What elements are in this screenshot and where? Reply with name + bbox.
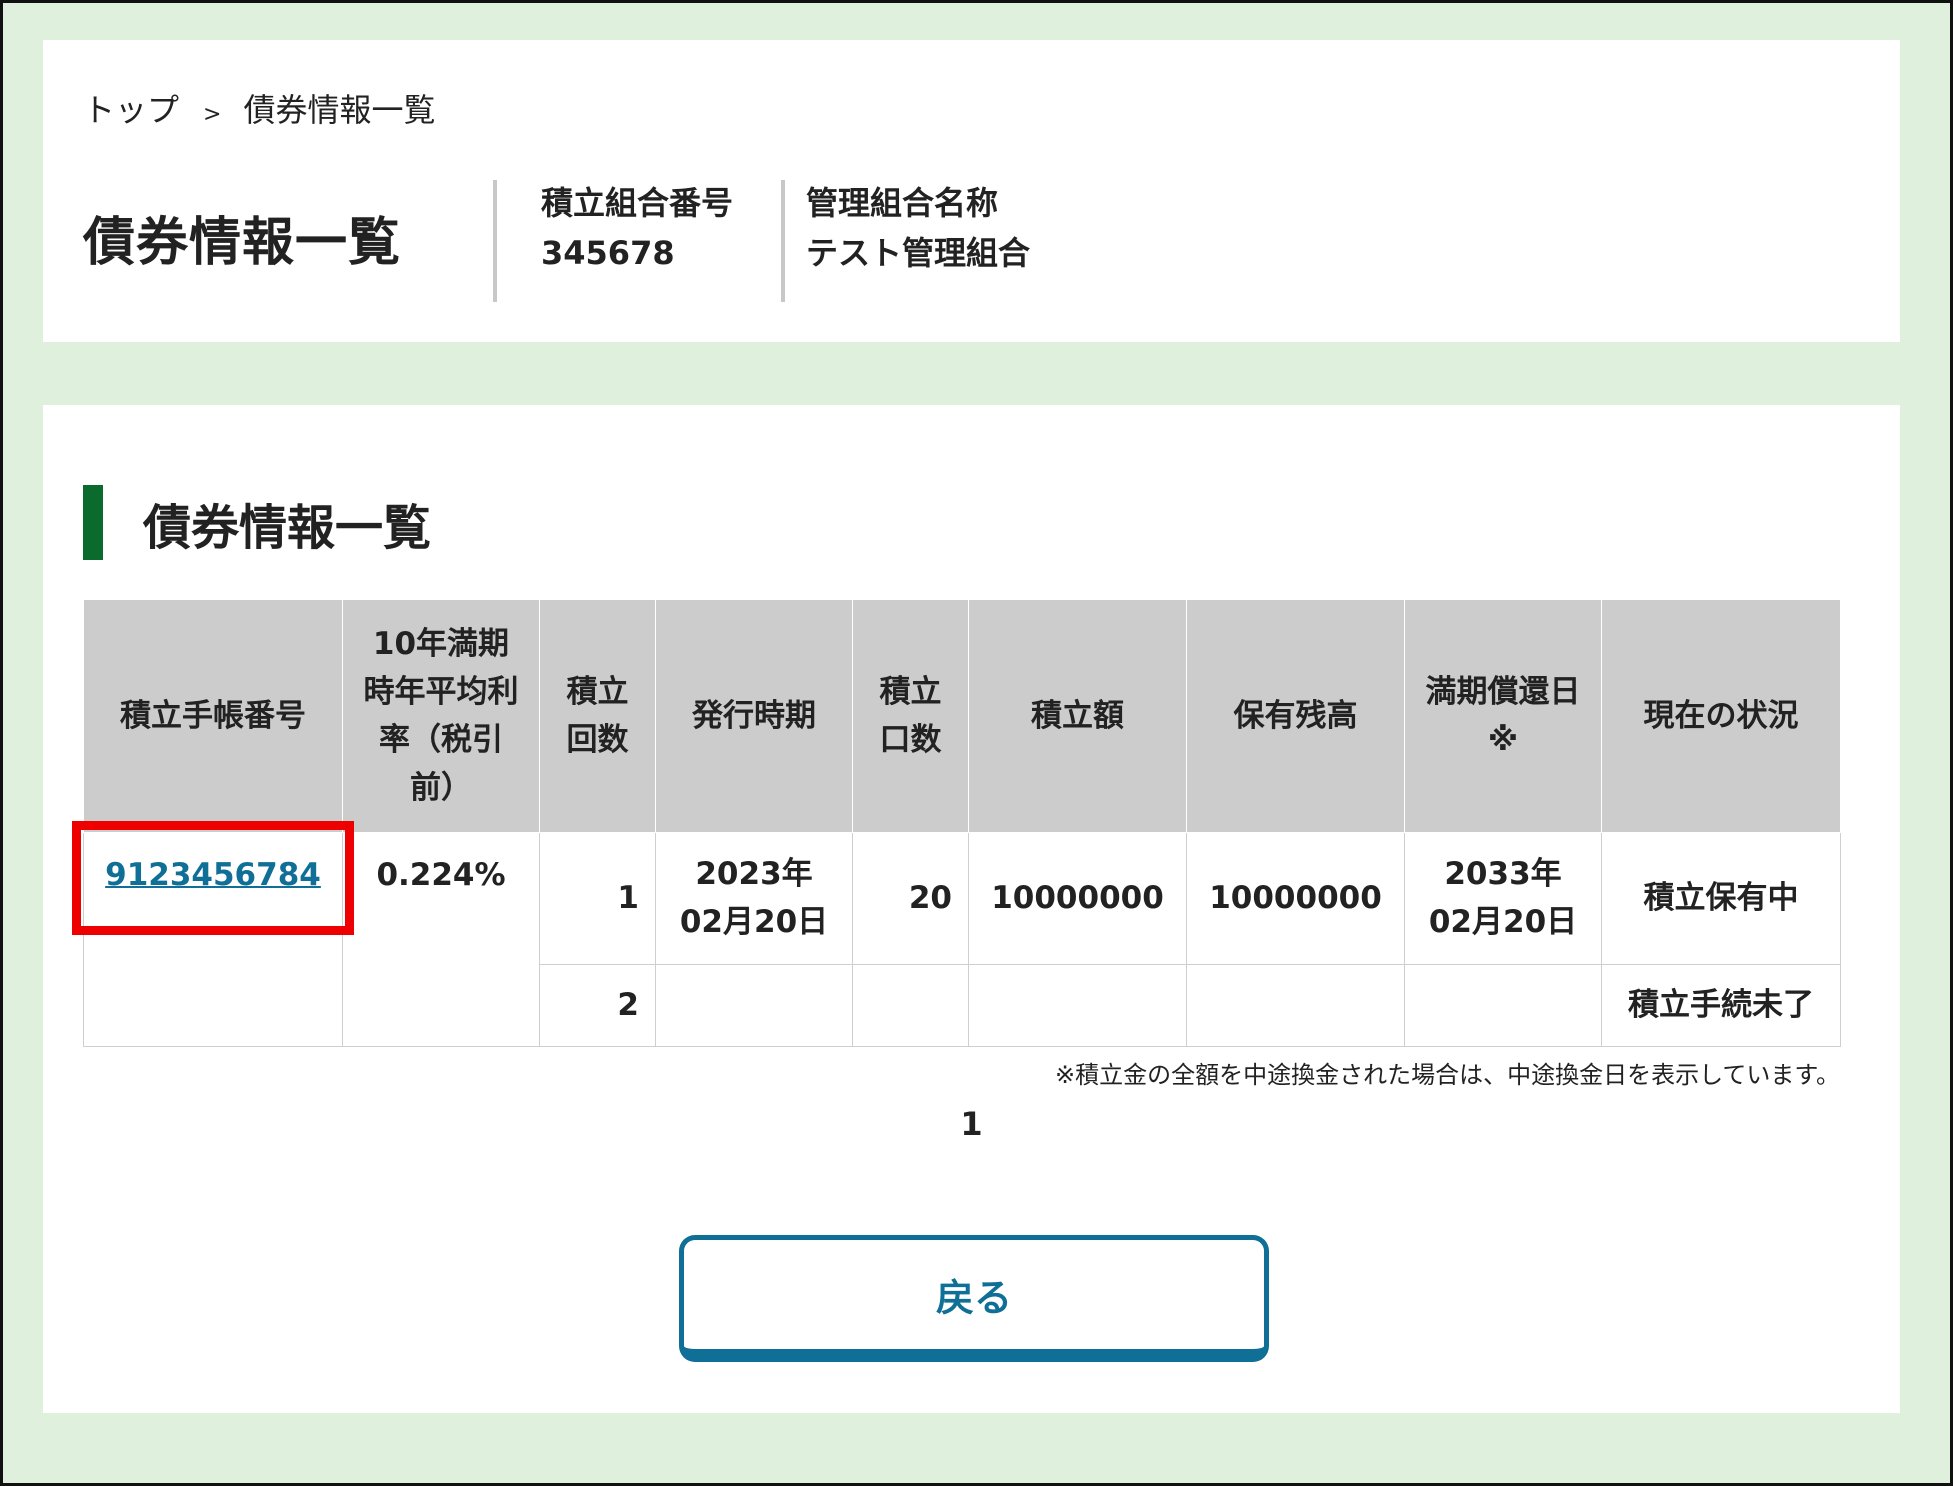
- th-issue-period: 発行時期: [655, 600, 853, 833]
- cell-amount: [968, 963, 1187, 1047]
- header-divider: [493, 180, 497, 302]
- notebook-number-link[interactable]: 9123456784: [105, 857, 321, 893]
- table-header-row: 積立手帳番号 10年満期 時年平均利 率（税引 前） 積立 回数 発行時期 積立…: [83, 600, 1841, 833]
- back-button[interactable]: 戻る: [679, 1235, 1269, 1362]
- union-number-value: 345678: [541, 234, 675, 272]
- union-number-block: 積立組合番号 345678: [541, 178, 733, 278]
- th-amount: 積立額: [968, 600, 1187, 833]
- section-title-text: 債券情報一覧: [143, 499, 432, 556]
- cell-units: 20: [852, 831, 969, 965]
- cell-amount: 10000000: [968, 831, 1187, 965]
- th-rate: 10年満期 時年平均利 率（税引 前）: [342, 600, 540, 833]
- mgmt-union-label: 管理組合名称: [806, 184, 999, 222]
- th-units: 積立 口数: [852, 600, 969, 833]
- cell-status: 積立手続未了: [1601, 963, 1841, 1047]
- cell-count: 2: [539, 963, 656, 1047]
- header-divider: [781, 180, 785, 302]
- breadcrumb-separator: >: [203, 102, 222, 127]
- mgmt-union-block: 管理組合名称 テスト管理組合: [806, 178, 1030, 278]
- table-row: 9123456784 0.224% 1 2023年 02月20日 20 1000…: [83, 831, 1841, 1047]
- cell-balance: [1186, 963, 1405, 1047]
- section-title: 債券情報一覧: [83, 485, 431, 560]
- main-card: 債券情報一覧 積立手帳番号 10年満期 時年平均利 率（税引 前） 積立 回数 …: [43, 405, 1900, 1413]
- footnote: ※積立金の全額を中途換金された場合は、中途換金日を表示しています。: [1055, 1061, 1840, 1089]
- th-maturity: 満期償還日 ※: [1404, 600, 1602, 833]
- mgmt-union-value: テスト管理組合: [806, 234, 1031, 272]
- section-title-accent-bar: [83, 485, 103, 560]
- th-notebook-no: 積立手帳番号: [83, 600, 343, 833]
- cell-maturity: 2033年 02月20日: [1404, 831, 1602, 965]
- breadcrumb: トップ > 債券情報一覧: [83, 85, 435, 131]
- breadcrumb-current: 債券情報一覧: [243, 91, 436, 129]
- header-card: トップ > 債券情報一覧 債券情報一覧 積立組合番号 345678 管理組合名称…: [43, 40, 1900, 342]
- page-title: 債券情報一覧: [83, 213, 402, 273]
- cell-status: 積立保有中: [1601, 831, 1841, 965]
- th-balance: 保有残高: [1186, 600, 1405, 833]
- cell-balance: 10000000: [1186, 831, 1405, 965]
- cell-maturity: [1404, 963, 1602, 1047]
- cell-issue-period: [655, 963, 853, 1047]
- bond-table: 積立手帳番号 10年満期 時年平均利 率（税引 前） 積立 回数 発行時期 積立…: [83, 600, 1841, 1047]
- cell-units: [852, 963, 969, 1047]
- cell-notebook-no: 9123456784: [83, 831, 343, 1047]
- union-number-label: 積立組合番号: [541, 184, 734, 222]
- pagination-current[interactable]: 1: [43, 1105, 1900, 1143]
- cell-issue-period: 2023年 02月20日: [655, 831, 853, 965]
- cell-rate: 0.224%: [342, 831, 540, 1047]
- th-count: 積立 回数: [539, 600, 656, 833]
- th-status: 現在の状況: [1601, 600, 1841, 833]
- breadcrumb-top-link[interactable]: トップ: [83, 85, 179, 131]
- cell-count: 1: [539, 831, 656, 965]
